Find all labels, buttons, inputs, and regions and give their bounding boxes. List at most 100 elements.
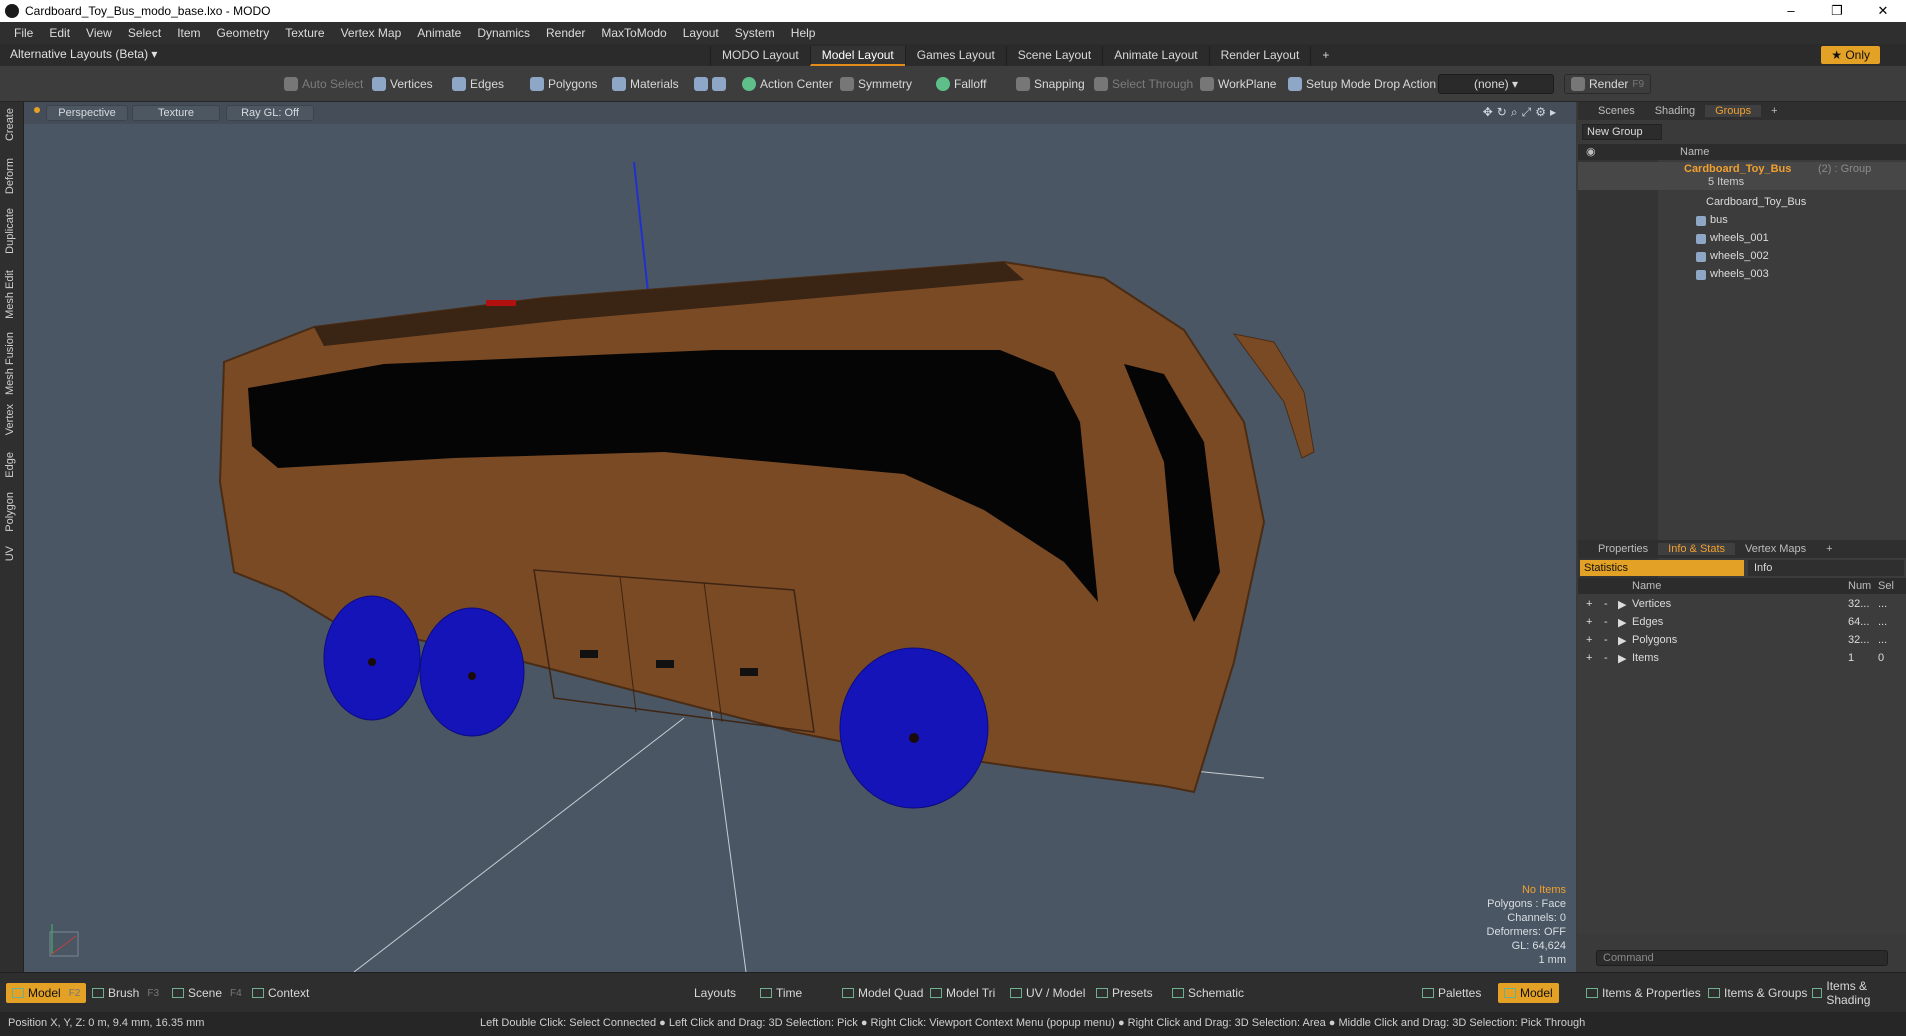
auto-select-button[interactable]: Auto Select <box>284 74 363 94</box>
menu-render[interactable]: Render <box>538 26 593 40</box>
menu-animate[interactable]: Animate <box>409 26 469 40</box>
brush-mode-button[interactable]: Brush F3 <box>86 983 165 1003</box>
list-item[interactable]: bus <box>1578 212 1906 230</box>
tab-mesh-fusion[interactable]: Mesh Fusion <box>4 332 20 395</box>
3d-viewport[interactable]: Perspective Texture Ray GL: Off ✥↻⌕⤢⚙▸ N… <box>24 102 1576 972</box>
action-center-button[interactable]: Action Center <box>742 74 833 94</box>
context-button[interactable]: Context <box>246 983 315 1003</box>
tab-create[interactable]: Create <box>4 108 20 141</box>
table-row[interactable]: + - ▶ Vertices 32... ... <box>1578 596 1906 614</box>
tab-modo-layout[interactable]: MODO Layout <box>710 46 810 66</box>
list-item[interactable]: wheels_002 <box>1578 248 1906 266</box>
menu-file[interactable]: File <box>6 26 41 40</box>
vertices-button[interactable]: Vertices <box>372 74 433 94</box>
select-mode-icons[interactable] <box>694 74 726 94</box>
items-properties-button[interactable]: Items & Properties <box>1580 983 1707 1003</box>
new-group-button[interactable]: New Group <box>1582 124 1662 140</box>
tab-deform[interactable]: Deform <box>4 158 20 194</box>
tab-duplicate[interactable]: Duplicate <box>4 208 20 254</box>
items-shading-button[interactable]: Items & Shading <box>1806 979 1906 1007</box>
alternative-layouts-dropdown[interactable]: Alternative Layouts (Beta) ▾ <box>10 47 157 61</box>
minimize-button[interactable]: – <box>1768 0 1814 22</box>
setup-mode-button[interactable]: Setup Mode <box>1288 74 1371 94</box>
menu-item[interactable]: Item <box>169 26 208 40</box>
tab-edge[interactable]: Edge <box>4 452 20 478</box>
menu-geometry[interactable]: Geometry <box>209 26 278 40</box>
restore-button[interactable]: ❐ <box>1814 0 1860 22</box>
tab-polygon[interactable]: Polygon <box>4 492 20 532</box>
remove-icon[interactable]: - <box>1604 652 1608 664</box>
fit-view-icon[interactable]: ⤢ <box>1522 105 1536 119</box>
tab-games-layout[interactable]: Games Layout <box>904 46 1006 66</box>
expand-arrow-icon[interactable]: ▶ <box>1618 598 1626 611</box>
tab-vertex[interactable]: Vertex <box>4 404 20 435</box>
falloff-button[interactable]: Falloff <box>936 74 986 94</box>
tab-animate-layout[interactable]: Animate Layout <box>1102 46 1208 66</box>
uv-model-button[interactable]: UV / Model <box>1004 983 1091 1003</box>
list-item[interactable]: wheels_001 <box>1578 230 1906 248</box>
table-row[interactable]: + - ▶ Polygons 32... ... <box>1578 632 1906 650</box>
close-button[interactable]: ✕ <box>1860 0 1906 22</box>
menu-edit[interactable]: Edit <box>41 26 78 40</box>
remove-icon[interactable]: - <box>1604 616 1608 628</box>
expand-arrow-icon[interactable]: ▶ <box>1618 616 1626 629</box>
add-icon[interactable]: + <box>1586 598 1592 610</box>
table-row[interactable]: + - ▶ Items 1 0 <box>1578 650 1906 668</box>
tab-groups[interactable]: Groups <box>1705 105 1762 117</box>
menu-maxtomodo[interactable]: MaxToModo <box>593 26 674 40</box>
add-icon[interactable]: + <box>1586 634 1592 646</box>
tab-vertex-maps[interactable]: Vertex Maps <box>1735 543 1816 555</box>
gear-icon[interactable]: ⚙ <box>1535 105 1550 119</box>
snapping-button[interactable]: Snapping <box>1016 74 1085 94</box>
drop-action-select[interactable]: (none) ▾ <box>1438 74 1554 94</box>
add-icon[interactable]: + <box>1586 616 1592 628</box>
scene-mode-button[interactable]: Scene F4 <box>166 983 248 1003</box>
add-tab-button[interactable]: + <box>1816 543 1842 555</box>
tab-scene-layout[interactable]: Scene Layout <box>1005 46 1102 66</box>
menu-system[interactable]: System <box>727 26 783 40</box>
model-tri-button[interactable]: Model Tri <box>924 983 1001 1003</box>
viewport-scene[interactable] <box>24 102 1576 972</box>
list-item[interactable]: wheels_003 <box>1578 266 1906 284</box>
expand-arrow-icon[interactable]: ▶ <box>1618 634 1626 647</box>
expand-icon[interactable]: ▸ <box>1550 105 1560 119</box>
viewport-nav-icons[interactable]: ✥↻⌕⤢⚙▸ <box>1483 105 1560 120</box>
shading-dropdown[interactable]: Texture <box>132 105 220 121</box>
add-layout-button[interactable]: + <box>1310 46 1340 66</box>
menu-texture[interactable]: Texture <box>277 26 332 40</box>
remove-icon[interactable]: - <box>1604 634 1608 646</box>
select-through-button[interactable]: Select Through <box>1094 74 1193 94</box>
tab-model-layout[interactable]: Model Layout <box>809 46 905 66</box>
command-input[interactable]: Command <box>1596 950 1888 966</box>
wheel-front[interactable] <box>839 647 989 809</box>
menu-vertex-map[interactable]: Vertex Map <box>333 26 410 40</box>
menu-dynamics[interactable]: Dynamics <box>469 26 538 40</box>
model-mode-button[interactable]: Model F2 <box>6 983 87 1003</box>
polygons-button[interactable]: Polygons <box>530 74 597 94</box>
schematic-button[interactable]: Schematic <box>1166 983 1250 1003</box>
edges-button[interactable]: Edges <box>452 74 504 94</box>
menu-view[interactable]: View <box>78 26 120 40</box>
menu-select[interactable]: Select <box>120 26 169 40</box>
symmetry-button[interactable]: Symmetry <box>840 74 912 94</box>
layouts-button[interactable]: Layouts <box>688 983 742 1003</box>
items-groups-button[interactable]: Items & Groups <box>1702 983 1813 1003</box>
render-button[interactable]: Render F9 <box>1564 74 1652 94</box>
workplane-button[interactable]: WorkPlane <box>1200 74 1276 94</box>
palettes-button[interactable]: Palettes <box>1416 983 1487 1003</box>
materials-button[interactable]: Materials <box>612 74 679 94</box>
menu-help[interactable]: Help <box>783 26 824 40</box>
model-quad-button[interactable]: Model Quad <box>836 983 929 1003</box>
tab-shading[interactable]: Shading <box>1645 105 1705 117</box>
list-item[interactable]: Cardboard_Toy_Bus <box>1578 194 1906 212</box>
tab-properties[interactable]: Properties <box>1588 543 1658 555</box>
time-button[interactable]: Time <box>754 983 808 1003</box>
group-row[interactable]: Cardboard_Toy_Bus (2) : Group 5 Items <box>1578 162 1906 190</box>
add-tab-button[interactable]: + <box>1761 105 1787 117</box>
eye-icon[interactable]: ◉ <box>1586 145 1596 158</box>
tab-uv[interactable]: UV <box>4 546 20 561</box>
presets-button[interactable]: Presets <box>1090 983 1159 1003</box>
raygl-dropdown[interactable]: Ray GL: Off <box>226 105 314 121</box>
info-tab[interactable]: Info <box>1748 560 1904 576</box>
add-icon[interactable]: + <box>1586 652 1592 664</box>
